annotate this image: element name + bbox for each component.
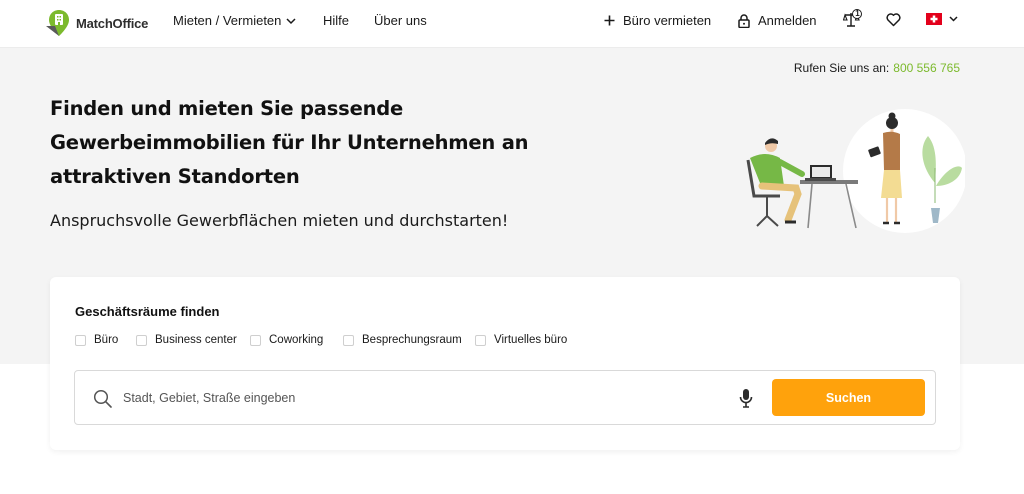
nav-rent-dropdown[interactable]: Mieten / Vermieten [173,13,296,28]
nav-about-label: Über uns [374,13,427,28]
filter-virtuelles-buero[interactable]: Virtuelles büro [475,334,567,346]
compare-button[interactable]: 1 [843,9,863,29]
favorites-button[interactable] [886,13,901,27]
search-button[interactable]: Suchen [772,379,925,416]
checkbox[interactable] [75,334,86,346]
nav-help[interactable]: Hilfe [323,13,349,28]
phone-contact: Rufen Sie uns an: 800 556 765 [794,61,960,75]
nav-rent-label: Mieten / Vermieten [173,13,282,28]
search-icon [93,389,112,408]
page-title: Finden und mieten Sie passende Gewerbeim… [50,97,529,188]
filter-besprechungsraum[interactable]: Besprechungsraum [343,334,462,346]
search-card-title: Geschäftsräume finden [75,304,220,319]
nav-help-label: Hilfe [323,13,350,28]
logo-text: MatchOffice [76,15,149,31]
checkbox[interactable] [250,334,261,346]
heart-icon [886,13,901,27]
logo[interactable]: MatchOffice [44,8,148,38]
filter-business-center[interactable]: Business center [136,334,237,346]
list-office-label: Büro vermieten [623,13,712,28]
logo-pin-icon [46,10,69,36]
top-header: MatchOffice Mieten / Vermieten Hilfe Übe… [0,0,1024,48]
login-label: Anmelden [758,13,817,28]
filter-buero[interactable]: Büro [75,334,118,346]
chevron-down-icon [949,16,958,22]
checkbox[interactable] [343,334,354,346]
filter-label: Business center [155,334,237,346]
compare-count: 1 [855,9,860,18]
search-input[interactable] [123,383,723,413]
plus-icon [604,15,615,26]
microphone-icon[interactable] [739,388,753,408]
lock-icon [738,13,750,28]
chevron-down-icon [286,13,296,28]
office-illustration [746,109,965,233]
list-office-button[interactable]: Büro vermieten [604,13,711,28]
search-bar: Suchen [74,370,936,425]
search-card: Geschäftsräume finden Büro Business cent… [50,277,960,450]
filter-label: Büro [94,334,119,346]
checkbox[interactable] [475,334,486,346]
filter-label: Coworking [269,334,324,346]
phone-label: Rufen Sie uns an: [793,61,890,75]
hero-subtitle: Anspruchsvolle Gewerbflächen mieten und … [50,211,509,230]
login-button[interactable]: Anmelden [738,13,817,28]
nav-about[interactable]: Über uns [374,13,427,28]
checkbox[interactable] [136,334,147,346]
switzerland-flag-icon [926,13,942,25]
country-selector[interactable] [926,13,958,25]
filter-label: Virtuelles büro [494,334,568,346]
phone-number-link[interactable]: 800 556 765 [893,61,960,75]
filter-label: Besprechungsraum [362,334,462,346]
filter-coworking[interactable]: Coworking [250,334,323,346]
